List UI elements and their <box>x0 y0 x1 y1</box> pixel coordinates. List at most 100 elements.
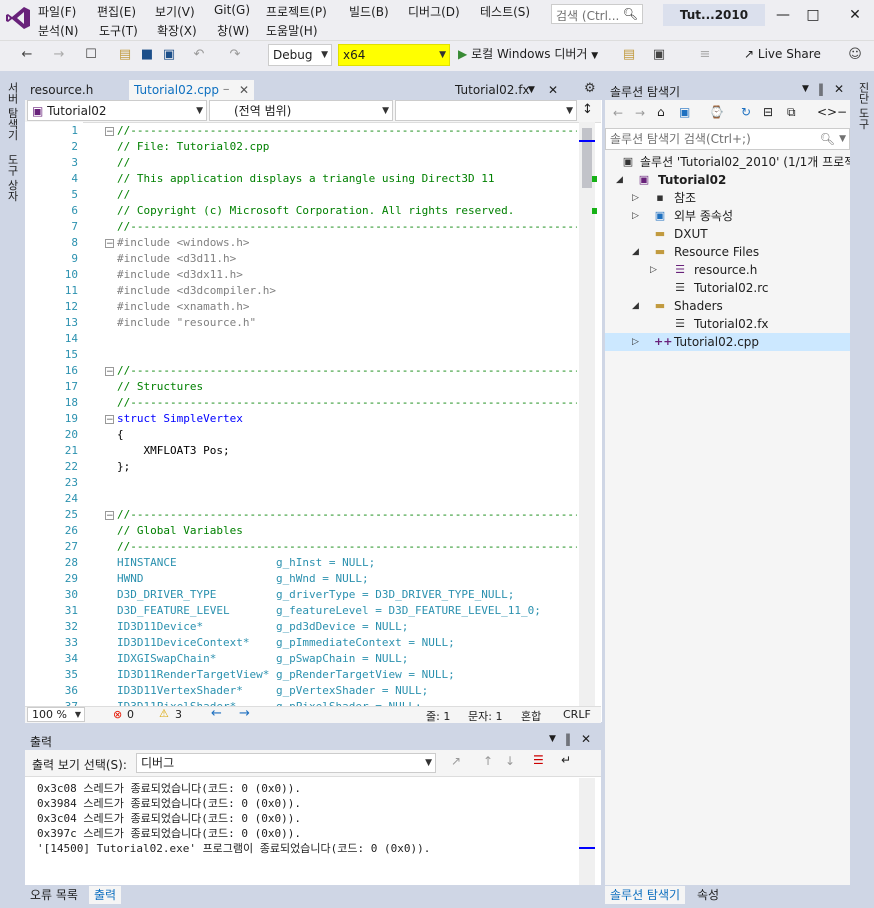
code-line[interactable]: // This application displays a triangle … <box>117 172 495 185</box>
maximize-button[interactable]: □ <box>798 4 828 26</box>
code-line[interactable]: // <box>117 188 130 201</box>
menu-extensions[interactable]: 확장(X) <box>157 22 197 39</box>
sync-icon[interactable]: ↻ <box>741 105 751 119</box>
code-line[interactable]: { <box>117 428 124 441</box>
code-line[interactable]: D3D_FEATURE_LEVEL g_featureLevel = D3D_F… <box>117 604 541 617</box>
collapsed-icon[interactable]: ▷ <box>632 189 639 207</box>
code-view-icon[interactable]: <> <box>817 105 837 119</box>
code-line[interactable]: IDXGISwapChain* g_pSwapChain = NULL; <box>117 652 408 665</box>
config-dropdown[interactable]: Debug ▼ <box>268 44 332 66</box>
warning-icon[interactable]: ⚠ <box>159 707 169 720</box>
collapsed-icon[interactable]: ▷ <box>650 261 657 279</box>
start-debugging-button[interactable]: ▶ 로컬 Windows 디버거 ▼ <box>458 45 598 62</box>
close-icon[interactable]: ✕ <box>834 82 844 96</box>
live-share-button[interactable]: ↗ Live Share <box>744 47 821 61</box>
code-line[interactable]: HWND g_hWnd = NULL; <box>117 572 369 585</box>
code-line[interactable]: D3D_DRIVER_TYPE g_driverType = D3D_DRIVE… <box>117 588 514 601</box>
code-line[interactable]: ID3D11DeviceContext* g_pImmediateContext… <box>117 636 455 649</box>
pending-changes-icon[interactable]: ⌚ <box>709 105 724 119</box>
menu-help[interactable]: 도움말(H) <box>266 22 318 39</box>
next-issue-icon[interactable]: → <box>239 706 250 721</box>
minimize-button[interactable]: — <box>768 4 798 26</box>
code-line[interactable]: ID3D11Device* g_pd3dDevice = NULL; <box>117 620 408 633</box>
output-line[interactable]: 0x3c08 스레드가 종료되었습니다(코드: 0 (0x0)). <box>37 780 301 796</box>
expanded-icon[interactable]: ◢ <box>632 297 639 315</box>
save-icon[interactable]: ■ <box>138 46 156 64</box>
tab-solution-explorer[interactable]: 솔루션 탐색기 <box>605 886 686 904</box>
gear-icon[interactable]: ⚙ <box>584 81 596 96</box>
menu-project[interactable]: 프로젝트(P) <box>266 3 327 20</box>
output-line[interactable]: 0x3984 스레드가 종료되었습니다(코드: 0 (0x0)). <box>37 795 301 811</box>
tab-resource-h[interactable]: resource.h <box>25 80 129 100</box>
code-line[interactable]: //--------------------------------------… <box>117 540 577 553</box>
code-line[interactable]: // Global Variables <box>117 524 243 537</box>
fold-toggle-icon[interactable]: − <box>105 127 114 137</box>
menu-test[interactable]: 테스트(S) <box>480 3 530 20</box>
code-line[interactable]: XMFLOAT3 Pos; <box>117 444 229 457</box>
switch-views-icon[interactable]: ▣ <box>679 105 690 119</box>
find-in-files-icon[interactable]: ▤ <box>620 46 638 64</box>
code-line[interactable]: #include <d3d11.h> <box>117 252 236 265</box>
menu-tools[interactable]: 도구(T) <box>99 22 138 39</box>
expanded-icon[interactable]: ◢ <box>616 171 623 189</box>
platform-dropdown[interactable]: x64 ▼ <box>338 44 450 66</box>
scope-dropdown[interactable]: (전역 범위) ▼ <box>209 100 393 121</box>
code-line[interactable]: //--------------------------------------… <box>117 396 577 409</box>
member-dropdown[interactable]: ▼ <box>395 100 577 121</box>
prev-issue-icon[interactable]: ← <box>211 706 222 721</box>
split-editor-icon[interactable]: ↕ <box>582 102 593 117</box>
menu-window[interactable]: 창(W) <box>217 22 249 39</box>
tab-mode[interactable]: 혼합 <box>521 708 541 724</box>
code-line[interactable]: #include <windows.h> <box>117 236 249 249</box>
find-message-icon[interactable]: ↗ <box>451 754 461 768</box>
format-icon[interactable]: ≡ <box>696 46 714 64</box>
close-button[interactable]: ✕ <box>840 4 870 26</box>
next-message-icon[interactable]: ↓ <box>505 754 515 768</box>
error-icon[interactable]: ⊗ <box>113 708 122 721</box>
diagnostic-tools-tab[interactable]: 진단 도구 <box>855 82 871 130</box>
visual-studio-logo-icon[interactable] <box>4 4 32 32</box>
code-line[interactable]: }; <box>117 460 130 473</box>
more-icon[interactable]: − <box>837 105 847 119</box>
output-line[interactable]: 0x397c 스레드가 종료되었습니다(코드: 0 (0x0)). <box>37 825 301 841</box>
word-wrap-icon[interactable]: ↵ <box>561 753 571 767</box>
chevron-down-icon[interactable]: ▼ <box>549 734 556 744</box>
chevron-down-icon[interactable]: ▼ <box>802 84 809 94</box>
redo-icon[interactable]: ↷ <box>226 46 244 64</box>
pin-icon[interactable]: ‖ <box>565 732 571 746</box>
fold-toggle-icon[interactable]: − <box>105 239 114 249</box>
undo-icon[interactable]: ↶ <box>190 46 208 64</box>
new-item-icon[interactable]: ☐ <box>82 46 100 64</box>
code-line[interactable]: // Copyright (c) Microsoft Corporation. … <box>117 204 514 217</box>
fold-toggle-icon[interactable]: − <box>105 511 114 521</box>
chevron-down-icon[interactable]: ▼ <box>528 80 535 100</box>
output-line[interactable]: '[14500] Tutorial02.exe' 프로그램이 종료되었습니다(코… <box>37 840 430 856</box>
code-line[interactable]: ID3D11RenderTargetView* g_pRenderTargetV… <box>117 668 455 681</box>
tab-properties[interactable]: 속성 <box>692 886 725 904</box>
menu-build[interactable]: 빌드(B) <box>349 3 389 20</box>
back-icon[interactable]: ← <box>18 46 36 64</box>
open-folder-icon[interactable]: ▤ <box>116 46 134 64</box>
save-all-icon[interactable]: ▣ <box>160 46 178 64</box>
show-all-files-icon[interactable]: ⧉ <box>787 105 796 120</box>
code-line[interactable]: #include "resource.h" <box>117 316 256 329</box>
output-line[interactable]: 0x3c04 스레드가 종료되었습니다(코드: 0 (0x0)). <box>37 810 301 826</box>
code-line[interactable]: struct SimpleVertex <box>117 412 243 425</box>
forward-icon[interactable]: → <box>50 46 68 64</box>
zoom-dropdown[interactable]: 100 % ▼ <box>27 707 85 722</box>
back-icon[interactable]: ← <box>613 106 623 120</box>
pin-icon[interactable]: ‒ <box>223 80 229 100</box>
pin-icon[interactable]: ‖ <box>818 82 824 96</box>
code-line[interactable]: #include <d3dcompiler.h> <box>117 284 276 297</box>
server-explorer-tab[interactable]: 서버 탐색기 <box>4 82 20 141</box>
menu-debug[interactable]: 디버그(D) <box>408 3 460 20</box>
browser-link-icon[interactable]: ▣ <box>650 46 668 64</box>
code-line[interactable]: HINSTANCE g_hInst = NULL; <box>117 556 375 569</box>
fold-toggle-icon[interactable]: − <box>105 415 114 425</box>
close-icon[interactable]: ✕ <box>581 732 591 746</box>
close-icon[interactable]: ✕ <box>548 80 558 100</box>
code-line[interactable]: #include <d3dx11.h> <box>117 268 243 281</box>
close-icon[interactable]: ✕ <box>239 80 249 100</box>
search-input[interactable]: 검색 (Ctrl... 🔍︎ <box>551 4 643 24</box>
tab-output[interactable]: 출력 <box>89 886 122 904</box>
